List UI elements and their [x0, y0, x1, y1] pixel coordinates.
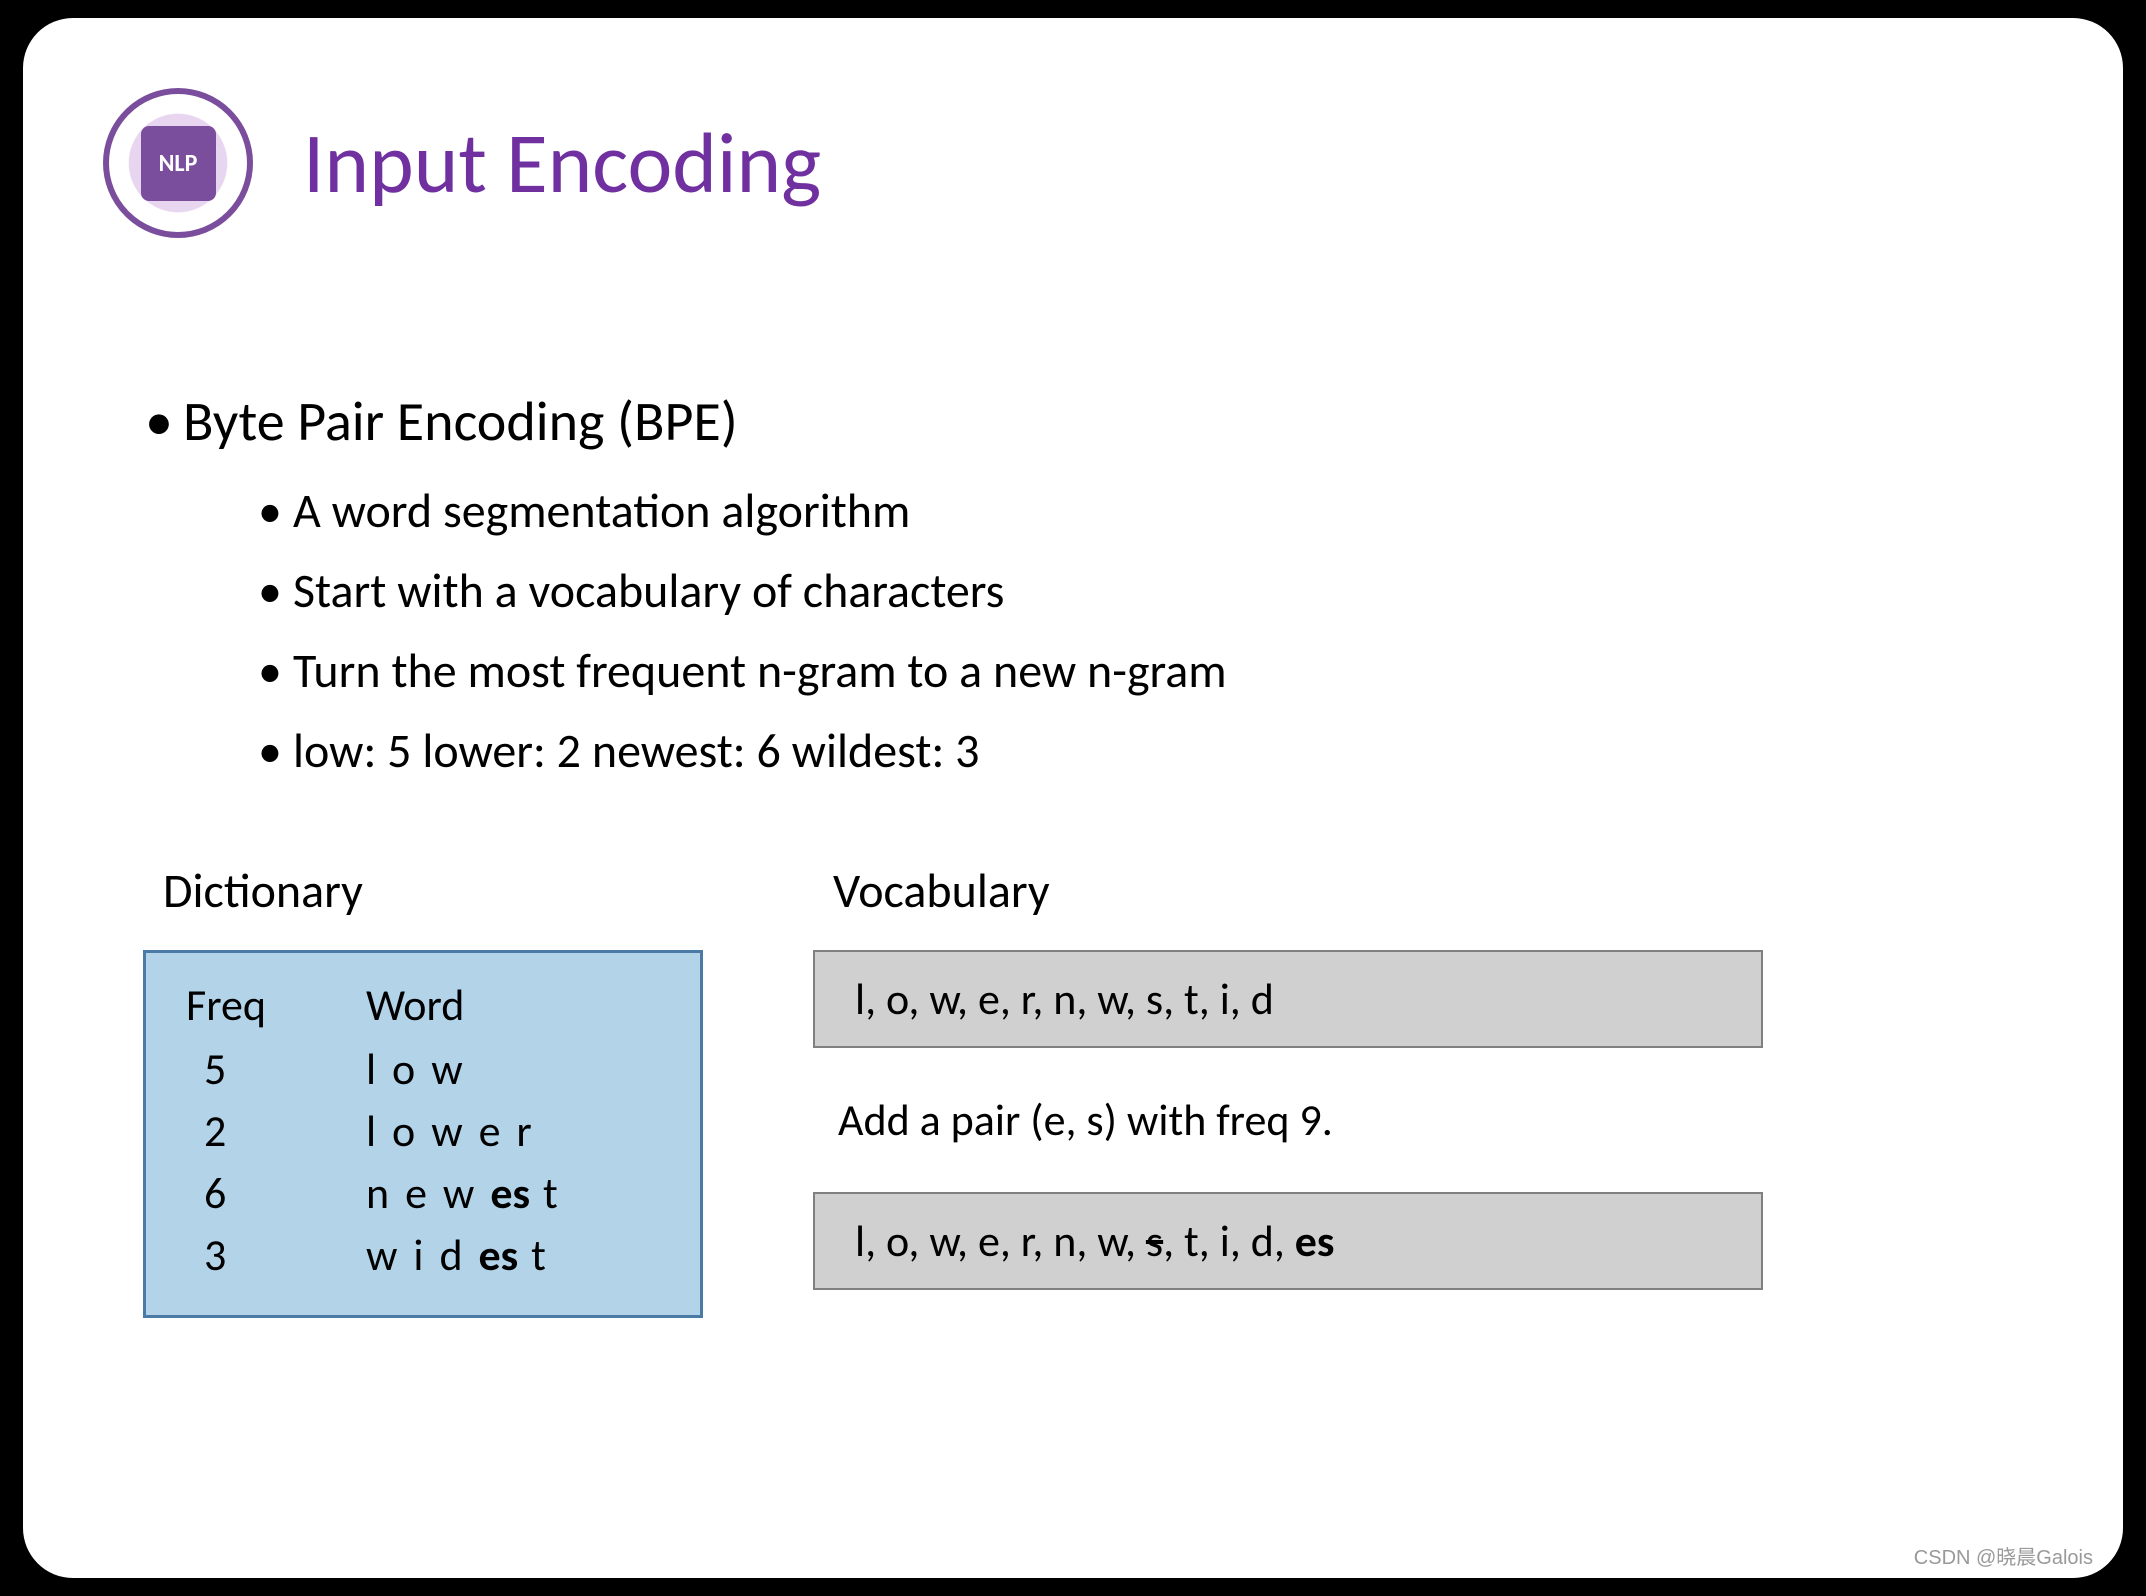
- vocab2-strike: s: [1146, 1214, 1163, 1268]
- dict-row: 3 w i d es t: [176, 1228, 670, 1282]
- freq-value: 5: [176, 1042, 366, 1096]
- dictionary-header: Freq Word: [176, 978, 670, 1032]
- freq-header: Freq: [176, 978, 366, 1032]
- word-bold: es: [490, 1166, 530, 1220]
- slide-container: Input Encoding Byte Pair Encoding (BPE) …: [23, 18, 2123, 1578]
- word-value: l o w: [366, 1042, 670, 1096]
- dictionary-box: Freq Word 5 l o w 2 l o w e r 6 n e w es…: [143, 950, 703, 1318]
- vocab2-pre: l, o, w, e, r, n, w,: [855, 1214, 1146, 1268]
- freq-value: 2: [176, 1104, 366, 1158]
- vocab2-mid: , t, i, d,: [1163, 1214, 1295, 1268]
- dict-row: 6 n e w es t: [176, 1166, 670, 1220]
- word-value: w i d es t: [366, 1228, 670, 1282]
- lower-section: Dictionary Freq Word 5 l o w 2 l o w e r…: [23, 801, 2123, 1335]
- dictionary-label: Dictionary: [143, 861, 713, 920]
- bullet-sub-4: low: 5 lower: 2 newest: 6 wildest: 3: [153, 721, 1993, 781]
- bullet-sub-2: Start with a vocabulary of characters: [153, 561, 1993, 621]
- word-pre: l o w e r: [366, 1104, 535, 1158]
- word-post: t: [530, 1166, 561, 1220]
- vocabulary-label: Vocabulary: [813, 861, 2003, 920]
- word-pre: l o w: [366, 1042, 466, 1096]
- add-pair-text: Add a pair (e, s) with freq 9.: [813, 1093, 2003, 1147]
- word-value: l o w e r: [366, 1104, 670, 1158]
- nlp-logo-icon: [103, 88, 253, 238]
- bullet-sub-1: A word segmentation algorithm: [153, 481, 1993, 541]
- word-post: t: [518, 1228, 549, 1282]
- bullet-sub-3: Turn the most frequent n-gram to a new n…: [153, 641, 1993, 701]
- nlp-logo-text: [141, 126, 216, 201]
- vocabulary-box-2: l, o, w, e, r, n, w, s, t, i, d, es: [813, 1192, 1763, 1290]
- slide-header: Input Encoding: [23, 18, 2123, 268]
- slide-title: Input Encoding: [303, 111, 821, 215]
- dictionary-section: Dictionary Freq Word 5 l o w 2 l o w e r…: [143, 861, 713, 1335]
- dict-row: 2 l o w e r: [176, 1104, 670, 1158]
- word-pre: w i d: [366, 1228, 479, 1282]
- vocabulary-box-1: l, o, w, e, r, n, w, s, t, i, d: [813, 950, 1763, 1048]
- freq-value: 6: [176, 1166, 366, 1220]
- slide-content: Byte Pair Encoding (BPE) A word segmenta…: [23, 268, 2123, 781]
- dict-row: 5 l o w: [176, 1042, 670, 1096]
- watermark: CSDN @晓晨Galois: [1914, 1541, 2093, 1570]
- vocab2-bold: es: [1295, 1214, 1335, 1268]
- vocabulary-section: Vocabulary l, o, w, e, r, n, w, s, t, i,…: [813, 861, 2003, 1335]
- word-value: n e w es t: [366, 1166, 670, 1220]
- freq-value: 3: [176, 1228, 366, 1282]
- word-pre: n e w: [366, 1166, 490, 1220]
- word-bold: es: [479, 1228, 519, 1282]
- bullet-main: Byte Pair Encoding (BPE): [153, 388, 1993, 456]
- word-header: Word: [366, 978, 670, 1032]
